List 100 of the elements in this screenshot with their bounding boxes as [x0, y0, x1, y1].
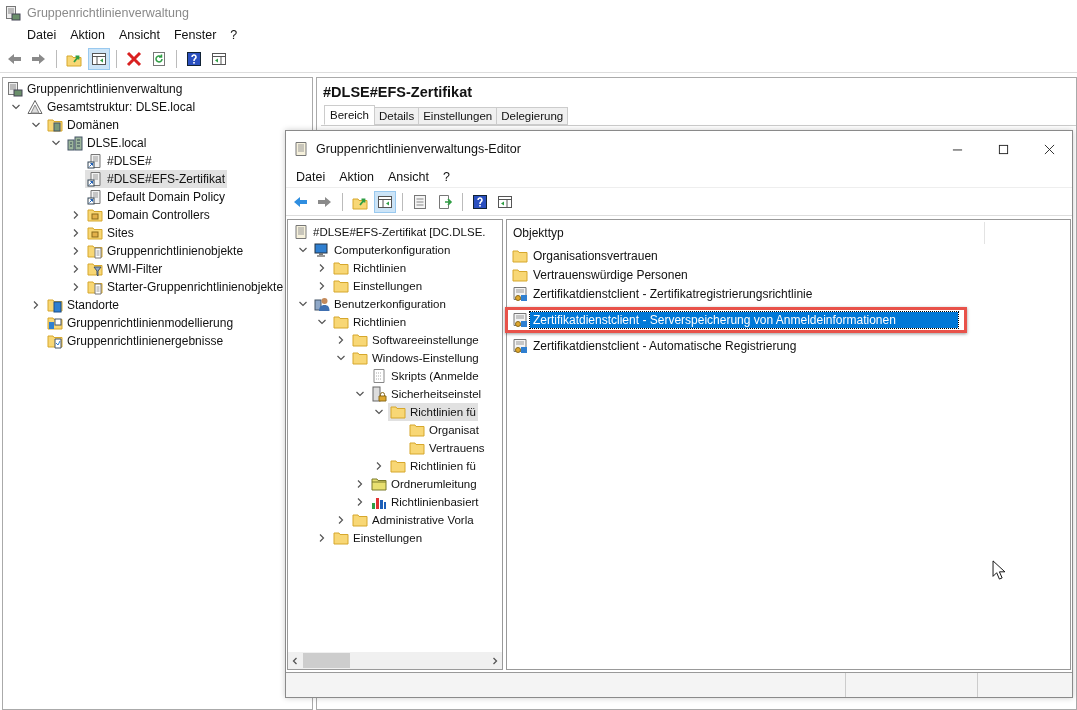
tree-item[interactable]: Vertrauens — [407, 439, 487, 457]
tree-item[interactable]: Einstellungen — [331, 277, 425, 295]
tree-item[interactable]: Default Domain Policy — [85, 188, 228, 206]
menu-item[interactable]: Aktion — [332, 170, 381, 184]
folder-icon — [512, 247, 528, 264]
close-icon — [1043, 143, 1055, 155]
tree-item[interactable]: #DLSE#EFS-Zertifikat — [85, 170, 228, 188]
tree-item[interactable]: Computerkonfiguration — [312, 241, 453, 259]
expand-icon[interactable] — [71, 228, 81, 238]
tree-item[interactable]: Ordnerumleitung — [369, 475, 479, 493]
folder-icon — [333, 278, 349, 294]
tree-item[interactable]: DLSE.local — [65, 134, 149, 152]
tab[interactable]: Details — [374, 107, 420, 125]
expand-icon[interactable] — [317, 533, 327, 543]
help-icon — [186, 50, 202, 67]
help-icon — [472, 193, 488, 210]
folder-icon — [333, 260, 349, 276]
certificate-icon — [512, 337, 528, 354]
scrollbar-thumb[interactable] — [303, 653, 350, 668]
list-item[interactable]: Zertifikatdienstclient - Zertifikatregistrierungsrichtlinie — [530, 285, 816, 302]
sites-folder-icon — [47, 297, 63, 313]
tree-item[interactable]: Skripts (Anmelde — [369, 367, 481, 385]
menu-item[interactable]: ? — [435, 170, 457, 184]
collapse-icon[interactable] — [11, 102, 21, 112]
tree-item[interactable]: Windows-Einstellung — [350, 349, 481, 367]
menu-item[interactable]: Datei — [289, 170, 333, 184]
tree-item[interactable]: Gruppenrichtlinienverwaltung — [5, 80, 185, 98]
expand-icon[interactable] — [317, 263, 327, 273]
tab[interactable]: Bereich — [324, 105, 375, 125]
menu-item[interactable]: Aktion — [63, 28, 112, 42]
tree-item[interactable]: Richtlinien — [331, 313, 409, 331]
list-item[interactable]: Vertrauenswürdige Personen — [530, 266, 691, 283]
collapse-icon[interactable] — [51, 138, 61, 148]
tree-item[interactable]: #DLSE#EFS-Zertifikat [DC.DLSE. — [291, 223, 488, 241]
panel-title: #DLSE#EFS-Zertifikat — [322, 83, 474, 102]
tree-item[interactable]: Sites — [85, 224, 136, 242]
console-tree-icon — [377, 193, 393, 210]
expand-icon[interactable] — [31, 300, 41, 310]
security-icon — [371, 386, 387, 402]
policy-link-icon — [87, 171, 103, 187]
menu-item[interactable]: Datei — [20, 28, 64, 42]
tree-item[interactable]: Softwareeinstellunge — [350, 331, 481, 349]
tree-item[interactable]: WMI-Filter — [85, 260, 165, 278]
collapse-icon[interactable] — [355, 389, 365, 399]
scroll-left-icon[interactable] — [291, 656, 299, 665]
tree-item[interactable]: Richtlinien fü — [388, 403, 478, 421]
tree-item[interactable]: Benutzerkonfiguration — [312, 295, 448, 313]
list-item[interactable]: Zertifikatdienstclient - Automatische Registrierung — [530, 337, 800, 354]
expand-icon[interactable] — [336, 335, 346, 345]
expand-icon[interactable] — [355, 479, 365, 489]
tree-item[interactable]: Starter-Gruppenrichtlinienobjekte — [85, 278, 286, 296]
tree-item[interactable]: Gruppenrichtlinienobjekte — [85, 242, 246, 260]
expand-icon[interactable] — [317, 281, 327, 291]
collapse-icon[interactable] — [31, 120, 41, 130]
collapse-icon[interactable] — [298, 299, 308, 309]
tab[interactable]: Einstellungen — [418, 107, 498, 125]
tree-item[interactable]: Administrative Vorla — [350, 511, 476, 529]
forest-icon — [27, 99, 43, 115]
tree-item[interactable]: Richtlinienbasiert — [369, 493, 481, 511]
tree-item[interactable]: #DLSE# — [85, 152, 154, 170]
list-item[interactable]: Organisationsvertrauen — [530, 247, 661, 264]
menu-item[interactable]: ? — [223, 28, 245, 42]
horizontal-scrollbar[interactable] — [288, 652, 502, 669]
collapse-icon[interactable] — [336, 353, 346, 363]
tree-item[interactable]: Richtlinien fü — [388, 457, 478, 475]
expand-icon[interactable] — [355, 497, 365, 507]
tree-item[interactable]: Richtlinien — [331, 259, 409, 277]
folder-icon — [512, 266, 528, 283]
tree-item[interactable]: Domänen — [45, 116, 122, 134]
tree-item[interactable]: Organisat — [407, 421, 481, 439]
expand-icon[interactable] — [336, 515, 346, 525]
tab[interactable]: Delegierung — [496, 107, 569, 125]
expand-icon[interactable] — [71, 282, 81, 292]
console-tree-button[interactable] — [88, 47, 110, 70]
folder-document-icon — [87, 243, 103, 259]
results-icon — [47, 333, 63, 349]
folder-icon — [371, 476, 387, 492]
menu-item[interactable]: Fenster — [166, 28, 224, 42]
maximize-icon — [997, 143, 1009, 155]
tree-item[interactable]: Sicherheitseinstel — [369, 385, 484, 403]
expand-icon[interactable] — [71, 264, 81, 274]
tree-item[interactable]: Standorte — [45, 296, 122, 314]
collapse-icon[interactable] — [298, 245, 308, 255]
scroll-right-icon[interactable] — [491, 656, 499, 665]
collapse-icon[interactable] — [374, 407, 384, 417]
tree-item[interactable]: Gruppenrichtlinienergebnisse — [45, 332, 226, 350]
expand-icon[interactable] — [71, 246, 81, 256]
tree-item[interactable]: Domain Controllers — [85, 206, 212, 224]
tree-item[interactable]: Gruppenrichtlinienmodellierung — [45, 314, 236, 332]
expand-icon[interactable] — [71, 210, 81, 220]
column-header[interactable]: Objekttyp — [507, 222, 985, 244]
menu-item[interactable]: Ansicht — [380, 170, 436, 184]
console-icon — [7, 81, 23, 97]
list-item[interactable]: Zertifikatdienstclient - Serverspeicherung von Anmeldeinformationen — [530, 311, 958, 328]
tree-item[interactable]: Einstellungen — [331, 529, 425, 547]
collapse-icon[interactable] — [317, 317, 327, 327]
expand-icon[interactable] — [374, 461, 384, 471]
menu-item[interactable]: Ansicht — [111, 28, 167, 42]
tree-item[interactable]: Gesamtstruktur: DLSE.local — [25, 98, 198, 116]
console-tree-button[interactable] — [374, 190, 396, 213]
